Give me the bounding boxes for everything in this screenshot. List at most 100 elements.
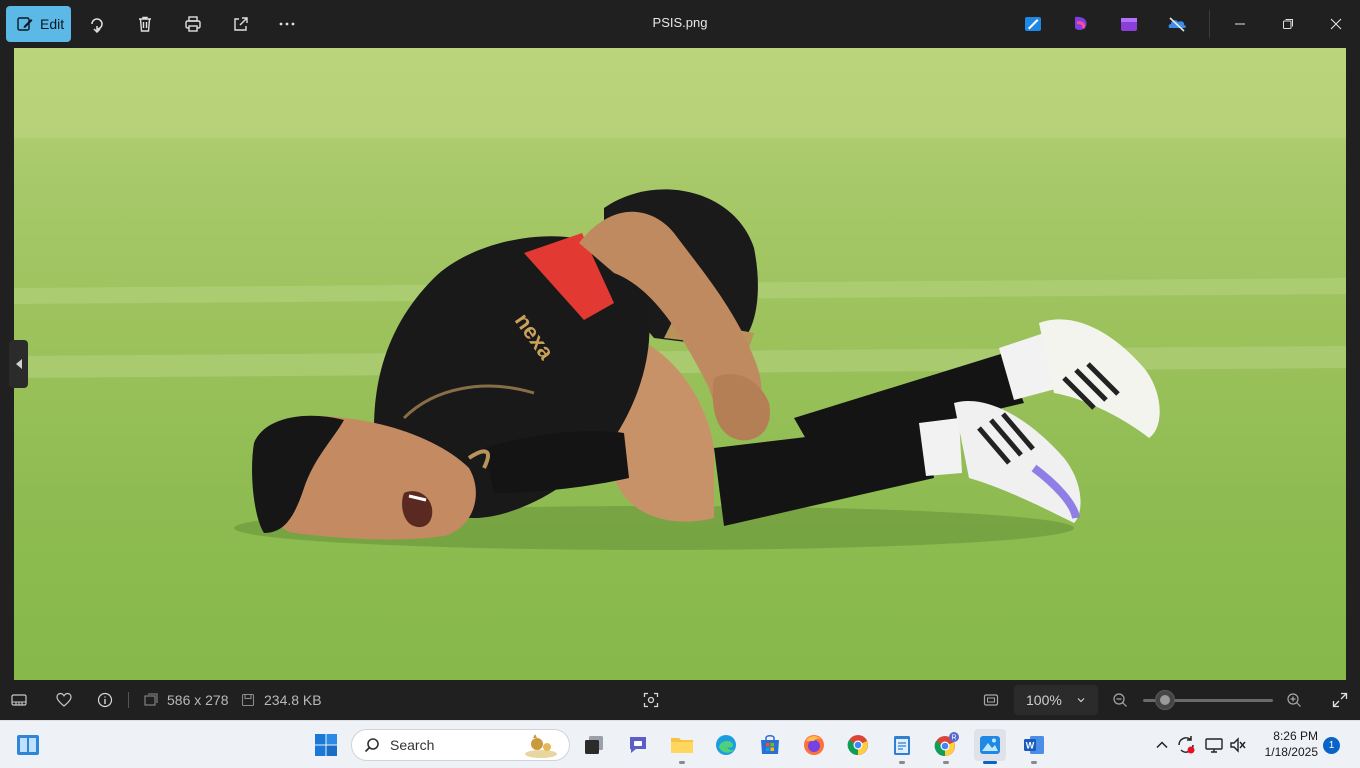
edit-label: Edit <box>40 16 65 32</box>
disk-icon <box>241 693 255 707</box>
toolbar-divider <box>1209 10 1210 38</box>
taskbar-search-box[interactable]: Search <box>351 729 570 761</box>
filmstrip-button[interactable] <box>11 690 27 710</box>
microsoft-store-button[interactable] <box>754 729 786 761</box>
edge-browser-button[interactable] <box>710 729 742 761</box>
task-view-button[interactable] <box>578 729 610 761</box>
minimize-icon <box>1235 23 1245 25</box>
windows-logo-icon <box>315 734 337 756</box>
search-highlight-icon <box>525 734 557 758</box>
display-button[interactable] <box>1202 733 1226 757</box>
file-size: 234.8 KB <box>240 690 322 710</box>
monitor-icon <box>1205 738 1223 753</box>
rotate-icon <box>91 18 103 33</box>
running-indicator <box>679 761 685 764</box>
search-icon <box>364 738 379 753</box>
image-viewer: nexa <box>0 48 1360 680</box>
file-info-button[interactable] <box>97 690 113 710</box>
svg-text:W: W <box>1026 741 1035 751</box>
chrome-button[interactable] <box>842 729 874 761</box>
fit-window-icon <box>983 694 999 706</box>
widgets-icon <box>17 735 39 755</box>
close-button[interactable] <box>1313 0 1359 48</box>
zoom-level-dropdown[interactable]: 100% <box>1014 685 1098 715</box>
maximize-button[interactable] <box>1265 0 1311 48</box>
info-icon <box>97 692 113 708</box>
photos-app-button[interactable] <box>974 729 1006 764</box>
firefox-button[interactable] <box>798 729 830 761</box>
firefox-icon <box>804 735 824 755</box>
sync-icon <box>1178 736 1195 754</box>
file-explorer-button[interactable] <box>666 729 698 764</box>
filmstrip-icon <box>11 694 27 706</box>
running-indicator <box>899 761 905 764</box>
share-button[interactable] <box>229 12 253 36</box>
windows-taskbar: Search R W 8:26 PM 1/18/2025 1 <box>0 720 1360 768</box>
dimensions-text: 586 x 278 <box>167 692 229 708</box>
photo-illustration: nexa <box>14 48 1346 550</box>
notepad-button[interactable] <box>886 729 918 764</box>
notification-badge[interactable]: 1 <box>1323 737 1340 754</box>
teams-chat-button[interactable] <box>622 729 654 761</box>
full-screen-button[interactable] <box>1332 690 1348 710</box>
active-indicator <box>983 761 997 764</box>
chrome-profile-icon: R <box>934 732 959 757</box>
status-divider <box>128 692 129 708</box>
zoom-in-icon <box>1287 693 1301 707</box>
photos-app-window: Edit PSIS.png nexa 586 x 278 234.8 KB 10… <box>0 0 1360 720</box>
rotate-button[interactable] <box>85 12 109 36</box>
clipchamp-icon[interactable] <box>1070 13 1092 35</box>
widgets-button[interactable] <box>12 729 44 761</box>
word-button[interactable]: W <box>1018 729 1050 764</box>
previous-image-button[interactable] <box>9 340 28 388</box>
start-button[interactable] <box>310 729 342 761</box>
chevron-left-icon <box>15 359 22 369</box>
image-dimensions: 586 x 278 <box>143 690 229 710</box>
edit-icon <box>17 17 33 31</box>
fit-to-window-button[interactable] <box>983 690 999 710</box>
volume-muted-icon <box>1230 737 1246 753</box>
status-bar: 586 x 278 234.8 KB 100% <box>0 680 1360 720</box>
favorite-button[interactable] <box>56 690 72 710</box>
clock-date: 1/18/2025 <box>1264 745 1318 759</box>
zoom-out-icon <box>1113 693 1127 707</box>
share-icon <box>234 17 248 31</box>
more-icon <box>279 22 295 26</box>
print-button[interactable] <box>181 12 205 36</box>
zoom-in-button[interactable] <box>1286 690 1302 710</box>
chevron-up-icon <box>1156 741 1168 749</box>
file-size-text: 234.8 KB <box>264 692 322 708</box>
expand-icon <box>1332 692 1348 708</box>
onedrive-icon[interactable] <box>1166 13 1188 35</box>
restore-icon <box>1283 19 1293 29</box>
system-clock[interactable]: 8:26 PM 1/18/2025 <box>1252 728 1318 760</box>
delete-button[interactable] <box>133 12 157 36</box>
folder-icon <box>671 738 693 753</box>
notepad-icon <box>894 736 910 755</box>
chevron-down-icon <box>1077 698 1085 703</box>
scan-button[interactable] <box>643 690 659 710</box>
volume-network-button[interactable] <box>1226 733 1250 757</box>
sync-status-button[interactable] <box>1174 733 1198 757</box>
delete-icon <box>139 16 151 32</box>
store-icon <box>761 735 779 754</box>
video-editor-icon[interactable] <box>1118 13 1140 35</box>
zoom-slider-thumb[interactable] <box>1155 690 1175 710</box>
heart-icon <box>56 692 72 707</box>
zoom-out-button[interactable] <box>1112 690 1128 710</box>
print-icon <box>185 16 201 32</box>
chrome-profile-button[interactable]: R <box>930 729 962 764</box>
minimize-button[interactable] <box>1217 0 1263 48</box>
edit-button[interactable]: Edit <box>6 6 71 42</box>
scan-icon <box>643 692 659 708</box>
more-options-button[interactable] <box>275 12 299 36</box>
toolbar: Edit PSIS.png <box>0 0 1360 48</box>
edge-icon <box>716 735 736 755</box>
show-hidden-icons-button[interactable] <box>1150 733 1174 757</box>
zoom-level-text: 100% <box>1026 692 1062 708</box>
close-icon <box>1330 18 1342 30</box>
designer-icon[interactable] <box>1022 13 1044 35</box>
svg-text:R: R <box>951 735 956 742</box>
search-placeholder: Search <box>390 737 435 753</box>
photos-icon <box>980 736 1000 754</box>
